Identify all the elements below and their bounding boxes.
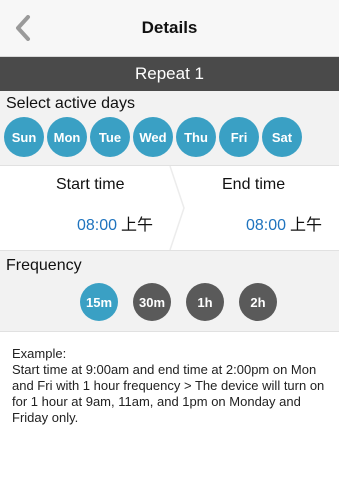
end-time-picker[interactable]: 08:00 上午 xyxy=(246,211,322,235)
end-time-ampm: 上午 xyxy=(290,217,323,234)
day-toggle-sat[interactable]: Sat xyxy=(262,117,302,157)
frequency-option-15m[interactable]: 15m xyxy=(80,283,118,321)
end-time-value: 08:00 xyxy=(246,217,287,234)
start-time-picker[interactable]: 08:00 上午 xyxy=(77,211,153,235)
active-days-label: Select active days xyxy=(6,95,135,112)
start-time-value: 08:00 xyxy=(77,217,118,234)
day-toggle-thu[interactable]: Thu xyxy=(176,117,216,157)
day-toggle-mon[interactable]: Mon xyxy=(47,117,87,157)
divider-chevron-icon xyxy=(169,166,185,250)
start-time-ampm: 上午 xyxy=(121,217,154,234)
frequency-option-1h[interactable]: 1h xyxy=(186,283,224,321)
frequency-option-30m[interactable]: 30m xyxy=(133,283,171,321)
end-time-label: End time xyxy=(222,176,286,193)
active-days-section: Select active days Sun Mon Tue Wed Thu F… xyxy=(0,91,339,166)
start-time-label: Start time xyxy=(56,176,125,193)
frequency-label: Frequency xyxy=(6,257,82,274)
day-toggle-wed[interactable]: Wed xyxy=(133,117,173,157)
day-toggle-tue[interactable]: Tue xyxy=(90,117,130,157)
page-title: Details xyxy=(141,18,198,37)
frequency-option-2h[interactable]: 2h xyxy=(239,283,277,321)
repeat-banner: Repeat 1 xyxy=(0,57,339,91)
example-text-block: Example: Start time at 9:00am and end ti… xyxy=(0,332,339,426)
frequency-section: Frequency 15m 30m 1h 2h xyxy=(0,251,339,332)
day-selector: Sun Mon Tue Wed Thu Fri Sat xyxy=(0,117,339,157)
time-range-section: Start time 08:00 上午 End time 08:00 上午 xyxy=(0,166,339,251)
day-toggle-fri[interactable]: Fri xyxy=(219,117,259,157)
day-toggle-sun[interactable]: Sun xyxy=(4,117,44,157)
example-title: Example: xyxy=(12,346,67,361)
back-button[interactable] xyxy=(6,10,40,46)
example-description: Start time at 9:00am and end time at 2:0… xyxy=(12,362,325,425)
frequency-selector: 15m 30m 1h 2h xyxy=(0,283,339,321)
chevron-left-icon xyxy=(16,15,30,41)
navigation-bar: Details xyxy=(0,0,339,57)
